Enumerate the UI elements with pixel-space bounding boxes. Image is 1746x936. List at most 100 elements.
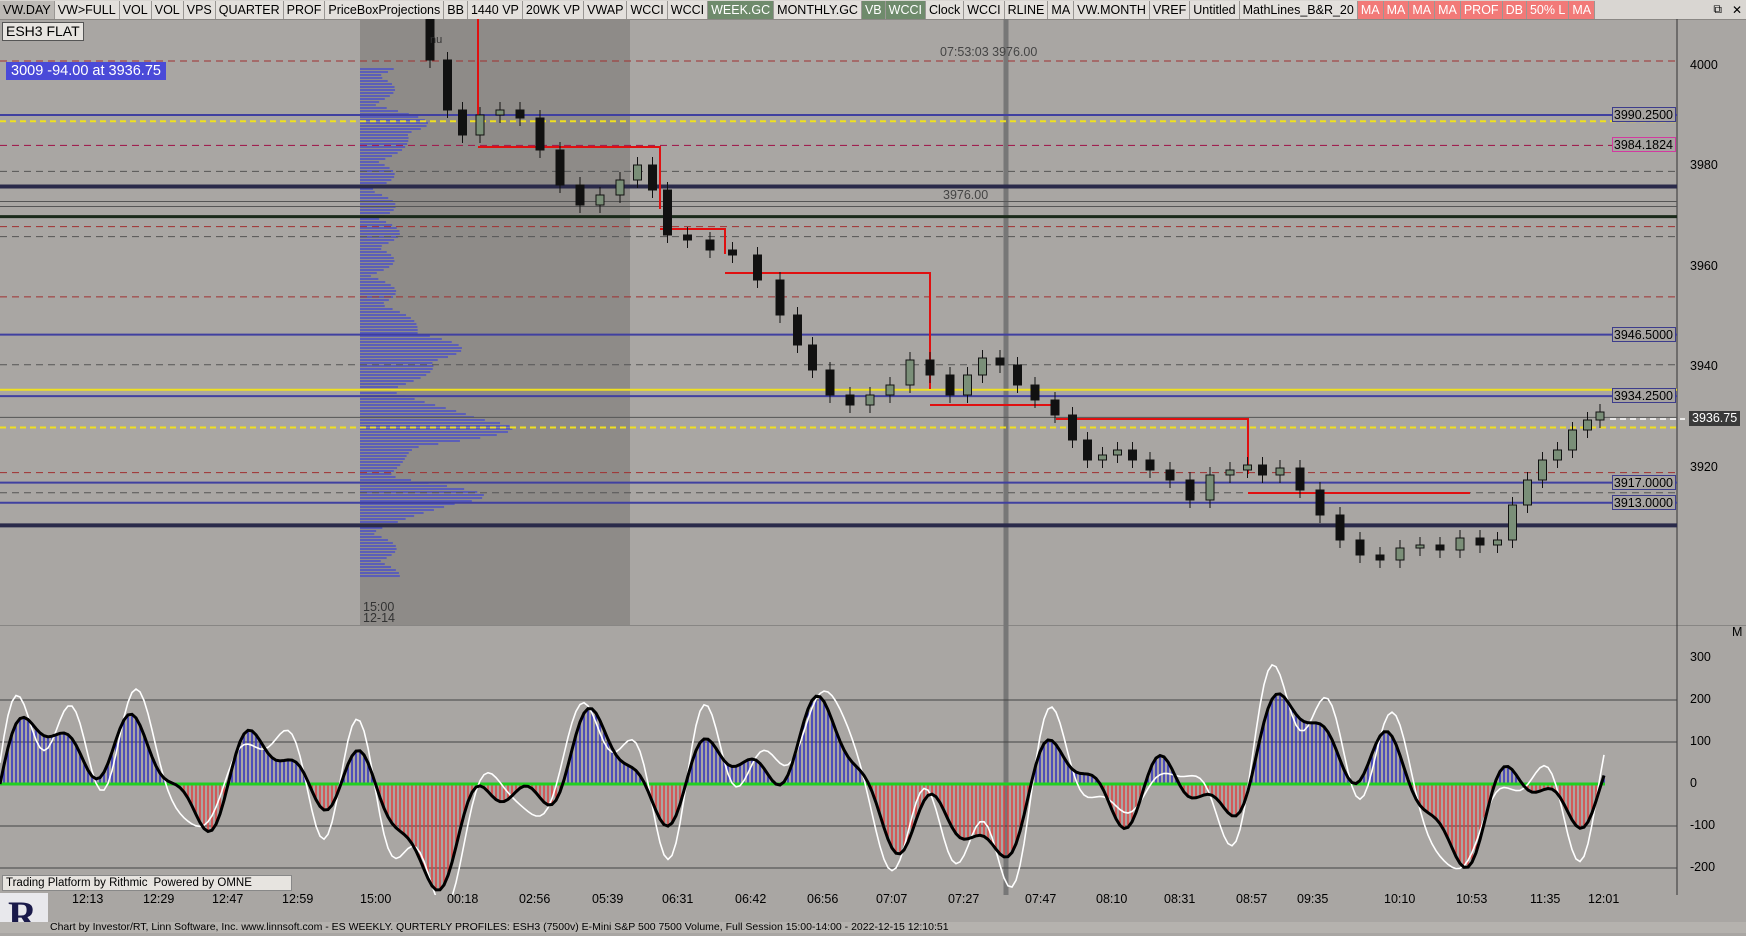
- candle-body: [1205, 474, 1215, 501]
- toolbar-button-11[interactable]: VWAP: [584, 0, 628, 19]
- price-axis-tick: 4000: [1690, 58, 1718, 72]
- toolbar-button-26[interactable]: MA: [1357, 0, 1384, 19]
- candle-body: [1493, 539, 1502, 546]
- toolbar-button-1[interactable]: VW>FULL: [54, 0, 120, 19]
- candle-body: [885, 384, 895, 396]
- profile-shade: [360, 19, 630, 625]
- time-axis-tick: 00:18: [447, 892, 479, 906]
- candle-body: [1083, 439, 1092, 461]
- toolbar-button-23[interactable]: VREF: [1149, 0, 1191, 19]
- candle-body: [1455, 537, 1465, 551]
- candle-body: [555, 149, 565, 186]
- time-axis-tick: 10:53: [1456, 892, 1488, 906]
- candle-body: [1275, 467, 1285, 476]
- candle-body: [633, 164, 642, 181]
- candle-body: [515, 109, 525, 119]
- toolbar-button-12[interactable]: WCCI: [627, 0, 668, 19]
- toolbar-button-0[interactable]: VW.DAY: [0, 0, 55, 19]
- time-axis-tick: 12:01: [1588, 892, 1620, 906]
- candle-body: [1030, 384, 1040, 401]
- toolbar-button-25[interactable]: MathLines_B&R_20: [1239, 0, 1358, 19]
- cci-chart[interactable]: [0, 625, 1746, 895]
- toolbar-button-2[interactable]: VOL: [119, 0, 152, 19]
- candle-body: [575, 184, 585, 206]
- toolbar-button-16[interactable]: VB: [861, 0, 886, 19]
- toolbar-button-14[interactable]: WEEK.GC: [708, 0, 775, 19]
- toolbar-button-19[interactable]: WCCI: [964, 0, 1005, 19]
- toolbar-button-7[interactable]: PriceBoxProjections: [325, 0, 445, 19]
- candle-body: [1128, 449, 1137, 461]
- time-axis-tick: 12:29: [143, 892, 175, 906]
- candle-body: [535, 117, 545, 151]
- partial-label: nu: [430, 34, 443, 46]
- time-axis-tick: 07:27: [948, 892, 980, 906]
- toolbar-button-24[interactable]: Untitled: [1190, 0, 1240, 19]
- price-level-label: 3946.5000: [1612, 326, 1676, 342]
- time-axis-tick: 06:56: [807, 892, 839, 906]
- toolbar-button-18[interactable]: Clock: [925, 0, 965, 19]
- candle-body: [683, 234, 692, 241]
- price-level-label: 3934.2500: [1612, 388, 1676, 404]
- candle-body: [845, 394, 855, 406]
- time-axis: 12:13 12:29 12:47 12:59 15:00 00:18 02:56 05:39…: [0, 889, 1680, 911]
- price-axis-tick: 3940: [1690, 359, 1718, 374]
- toolbar-button-13[interactable]: WCCI: [667, 0, 709, 19]
- toolbar-button-31[interactable]: DB: [1502, 0, 1527, 19]
- candle-body: [475, 114, 485, 136]
- toolbar-button-9[interactable]: 1440 VP: [467, 0, 523, 19]
- toolbar-button-28[interactable]: MA: [1409, 0, 1436, 19]
- candle-body: [1145, 459, 1155, 471]
- candle-body: [615, 179, 625, 196]
- time-axis-tick: 12:59: [282, 892, 314, 906]
- candle-body: [825, 369, 835, 396]
- toolbar-button-32[interactable]: 50% L: [1526, 0, 1570, 19]
- close-icon[interactable]: ✕: [1732, 3, 1742, 17]
- symbol-label[interactable]: ESH3 FLAT: [2, 22, 84, 41]
- projection-step-line: [930, 404, 1057, 414]
- candle-body: [945, 374, 955, 396]
- candle-body: [1098, 454, 1107, 461]
- candle-body: [1068, 414, 1077, 441]
- candle-body: [663, 189, 672, 236]
- toolbar-button-10[interactable]: 20WK VP: [522, 0, 585, 19]
- toolbar-button-27[interactable]: MA: [1383, 0, 1410, 19]
- candle-body: [1375, 554, 1385, 561]
- toolbar-button-33[interactable]: MA: [1569, 0, 1596, 19]
- cci-axis-tick: 0: [1690, 776, 1697, 790]
- candle-body: [1523, 479, 1532, 506]
- candle-body: [443, 59, 452, 111]
- cci-axis-tick: 100: [1690, 734, 1711, 748]
- toolbar-button-4[interactable]: VPS: [183, 0, 216, 19]
- toolbar-button-20[interactable]: RLINE: [1004, 0, 1049, 19]
- candle-body: [1185, 479, 1195, 501]
- time-axis-tick: 08:10: [1096, 892, 1128, 906]
- toolbar-button-5[interactable]: QUARTER: [215, 0, 284, 19]
- restore-icon[interactable]: ⧉: [1713, 2, 1722, 17]
- time-axis-tick: 15:00: [360, 892, 392, 906]
- top-annotation: 07:53:03 3976.00: [940, 45, 1038, 59]
- toolbar-button-30[interactable]: PROF: [1460, 0, 1503, 19]
- candle-body: [1435, 544, 1445, 551]
- time-axis-tick: 06:42: [735, 892, 767, 906]
- toolbar-button-29[interactable]: MA: [1435, 0, 1461, 19]
- price-chart[interactable]: [0, 19, 1746, 625]
- current-price-flag: 3936.75: [1689, 411, 1741, 426]
- toolbar: VW.DAY VW>FULL VOL VOL VPS QUARTER PROF PriceBo…: [0, 0, 1746, 20]
- toolbar-button-8[interactable]: BB: [444, 0, 468, 19]
- profile-date-label: 12-14: [363, 611, 395, 625]
- panel-marker[interactable]: M: [1732, 625, 1742, 639]
- toolbar-button-22[interactable]: VW.MONTH: [1074, 0, 1150, 19]
- time-axis-tick: 05:39: [592, 892, 624, 906]
- toolbar-button-15[interactable]: MONTHLY.GC: [774, 0, 862, 19]
- candle-body: [808, 344, 817, 371]
- candle-body: [1595, 411, 1605, 421]
- toolbar-button-6[interactable]: PROF: [283, 0, 326, 19]
- toolbar-button-17[interactable]: WCCI: [885, 0, 926, 19]
- toolbar-button-3[interactable]: VOL: [151, 0, 184, 19]
- candle-body: [1508, 504, 1517, 541]
- candle-body: [1568, 429, 1577, 451]
- toolbar-button-21[interactable]: MA: [1048, 0, 1075, 19]
- candle-body: [458, 109, 467, 136]
- candle-body: [1395, 547, 1405, 561]
- time-axis-tick: 06:31: [662, 892, 694, 906]
